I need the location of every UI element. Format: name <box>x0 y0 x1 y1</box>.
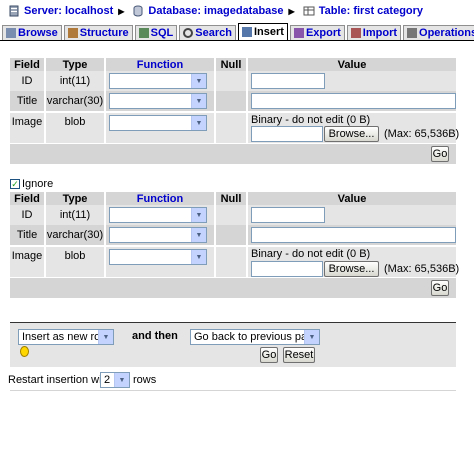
function-select[interactable]: ▼ <box>109 115 207 131</box>
tab-import[interactable]: Import <box>346 25 402 40</box>
structure-icon <box>67 28 78 38</box>
binary-note: Binary - do not edit (0 B) <box>251 114 371 126</box>
type-cell: int(11) <box>46 71 104 91</box>
function-header[interactable]: Function <box>106 58 214 72</box>
field-header: Field <box>10 58 44 72</box>
reset-button[interactable]: Reset <box>283 347 315 363</box>
chevron-down-icon: ▼ <box>191 74 206 88</box>
title-value-input[interactable] <box>251 93 456 109</box>
restart-count-select[interactable]: 2 ▼ <box>100 372 130 388</box>
value-header: Value <box>248 192 456 206</box>
database-link[interactable]: Database: imagedatabase <box>148 5 283 17</box>
tab-browse[interactable]: Browse <box>2 25 62 40</box>
insert-mode-select[interactable]: Insert as new row ▼ <box>18 329 114 345</box>
max-size-label: (Max: 65,536B) <box>384 128 460 140</box>
chevron-down-icon: ▼ <box>114 373 129 387</box>
chevron-down-icon: ▼ <box>191 228 206 242</box>
type-header: Type <box>46 58 104 72</box>
tab-export[interactable]: Export <box>289 25 345 40</box>
and-then-label: and then <box>132 330 178 342</box>
tab-sql[interactable]: SQL <box>134 25 178 40</box>
function-select[interactable]: ▼ <box>109 207 207 223</box>
next-action-select[interactable]: Go back to previous page ▼ <box>190 329 320 345</box>
title-value-input[interactable] <box>251 227 456 243</box>
divider <box>10 390 456 391</box>
binary-note: Binary - do not edit (0 B) <box>251 248 371 260</box>
type-cell: varchar(30) <box>46 225 104 245</box>
id-value-input[interactable] <box>251 207 325 223</box>
chevron-down-icon: ▼ <box>304 330 319 344</box>
type-cell: blob <box>46 113 104 143</box>
go-button[interactable]: Go <box>260 347 278 363</box>
tip-icon <box>20 346 29 357</box>
value-header: Value <box>248 58 456 72</box>
browse-icon <box>6 28 16 38</box>
go-button[interactable]: Go <box>431 146 449 162</box>
type-header: Type <box>46 192 104 206</box>
function-select[interactable]: ▼ <box>109 93 207 109</box>
chevron-down-icon: ▼ <box>191 116 206 130</box>
null-header: Null <box>216 192 246 206</box>
field-cell: Title <box>10 225 44 245</box>
go-button[interactable]: Go <box>431 280 449 296</box>
table-link[interactable]: Table: first category <box>319 5 423 17</box>
breadcrumb: Server: localhost ▶ Database: imagedatab… <box>0 0 474 22</box>
table-icon <box>303 6 315 16</box>
arrow-right-icon: ▶ <box>118 6 125 16</box>
null-header: Null <box>216 58 246 72</box>
type-cell: int(11) <box>46 205 104 225</box>
type-cell: varchar(30) <box>46 91 104 111</box>
id-value-input[interactable] <box>251 73 325 89</box>
chevron-down-icon: ▼ <box>98 330 113 344</box>
tab-bar: Browse Structure SQL Search Insert Expor… <box>0 23 474 41</box>
chevron-down-icon: ▼ <box>191 208 206 222</box>
server-link[interactable]: Server: localhost <box>24 5 113 17</box>
function-select[interactable]: ▼ <box>109 227 207 243</box>
image-file-input[interactable] <box>251 261 323 277</box>
arrow-right-icon: ▶ <box>288 6 295 16</box>
browse-button[interactable]: Browse... <box>324 126 379 142</box>
search-icon <box>183 28 194 38</box>
type-cell: blob <box>46 247 104 277</box>
server-icon <box>9 5 19 17</box>
field-header: Field <box>10 192 44 206</box>
chevron-down-icon: ▼ <box>191 250 206 264</box>
rows-label: rows <box>133 374 157 386</box>
tab-search[interactable]: Search <box>179 25 236 40</box>
database-icon <box>133 5 143 17</box>
field-cell: Image <box>10 113 44 143</box>
ignore-checkbox[interactable]: ✓ <box>10 179 20 189</box>
tab-structure[interactable]: Structure <box>63 25 133 40</box>
restart-label: Restart insertion with <box>8 374 111 386</box>
function-header[interactable]: Function <box>106 192 214 206</box>
field-cell: Title <box>10 91 44 111</box>
export-icon <box>293 28 304 38</box>
insert-icon <box>241 27 252 37</box>
browse-button[interactable]: Browse... <box>324 261 379 277</box>
function-select[interactable]: ▼ <box>109 73 207 89</box>
tab-operations[interactable]: Operations <box>403 25 474 40</box>
ignore-label: Ignore <box>22 178 54 190</box>
image-file-input[interactable] <box>251 126 323 142</box>
tab-insert[interactable]: Insert <box>237 23 288 40</box>
field-cell: Image <box>10 247 44 277</box>
field-cell: ID <box>10 205 44 225</box>
operations-icon <box>407 28 418 38</box>
sql-icon <box>138 28 149 38</box>
import-icon <box>350 28 361 38</box>
function-select[interactable]: ▼ <box>109 249 207 265</box>
field-cell: ID <box>10 71 44 91</box>
chevron-down-icon: ▼ <box>191 94 206 108</box>
max-size-label: (Max: 65,536B) <box>384 263 460 275</box>
